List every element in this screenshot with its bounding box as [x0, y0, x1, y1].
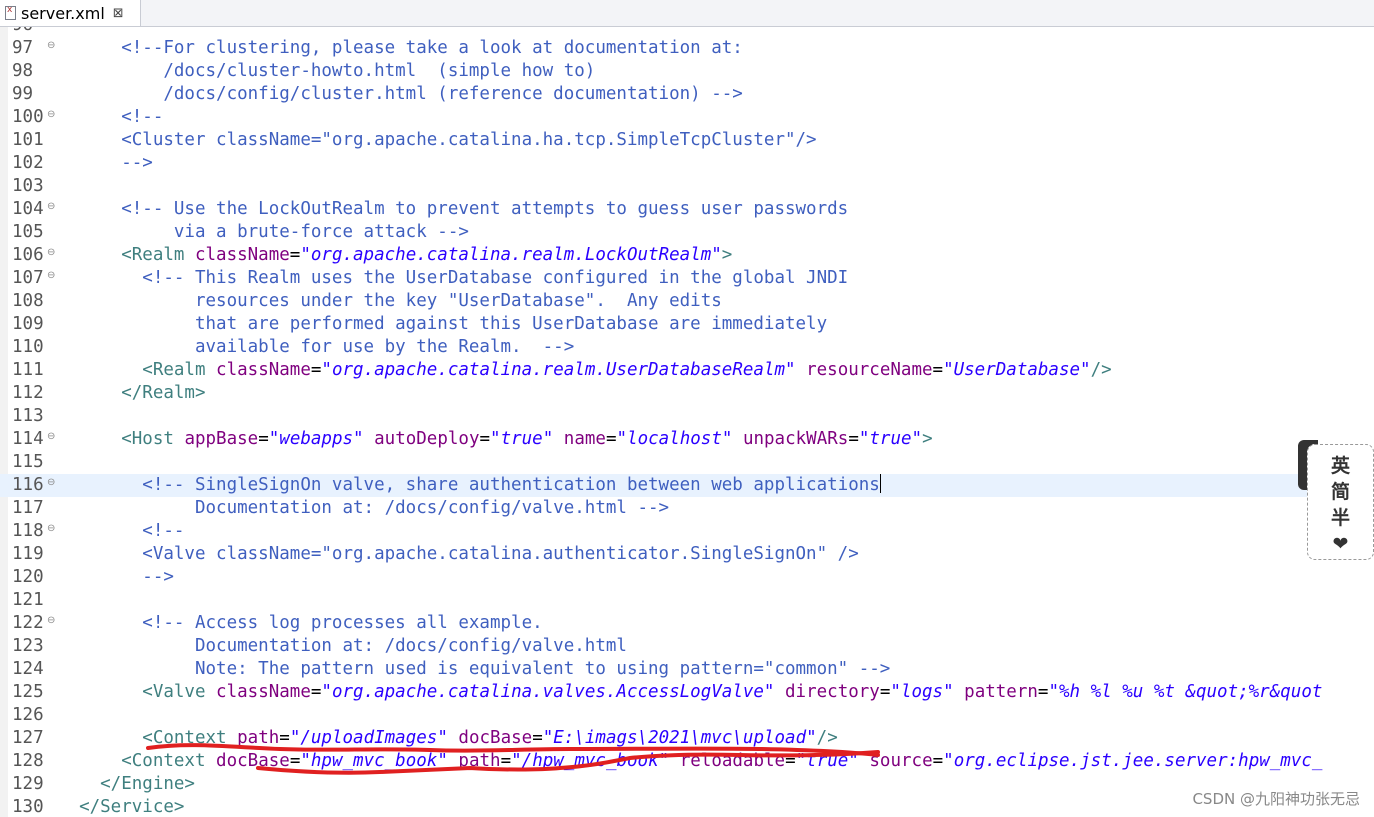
ime-simplified-toggle[interactable]: 简 — [1331, 479, 1350, 505]
watermark: CSDN @九阳神功张无忌 — [1192, 790, 1360, 808]
ime-toolbar[interactable]: 英 简 半 ❤ — [1307, 444, 1374, 560]
ime-halfwidth-toggle[interactable]: 半 — [1331, 505, 1350, 531]
ime-lang-toggle[interactable]: 英 — [1331, 453, 1350, 479]
heart-icon[interactable]: ❤ — [1333, 531, 1349, 557]
red-underline-annotation — [146, 743, 880, 775]
